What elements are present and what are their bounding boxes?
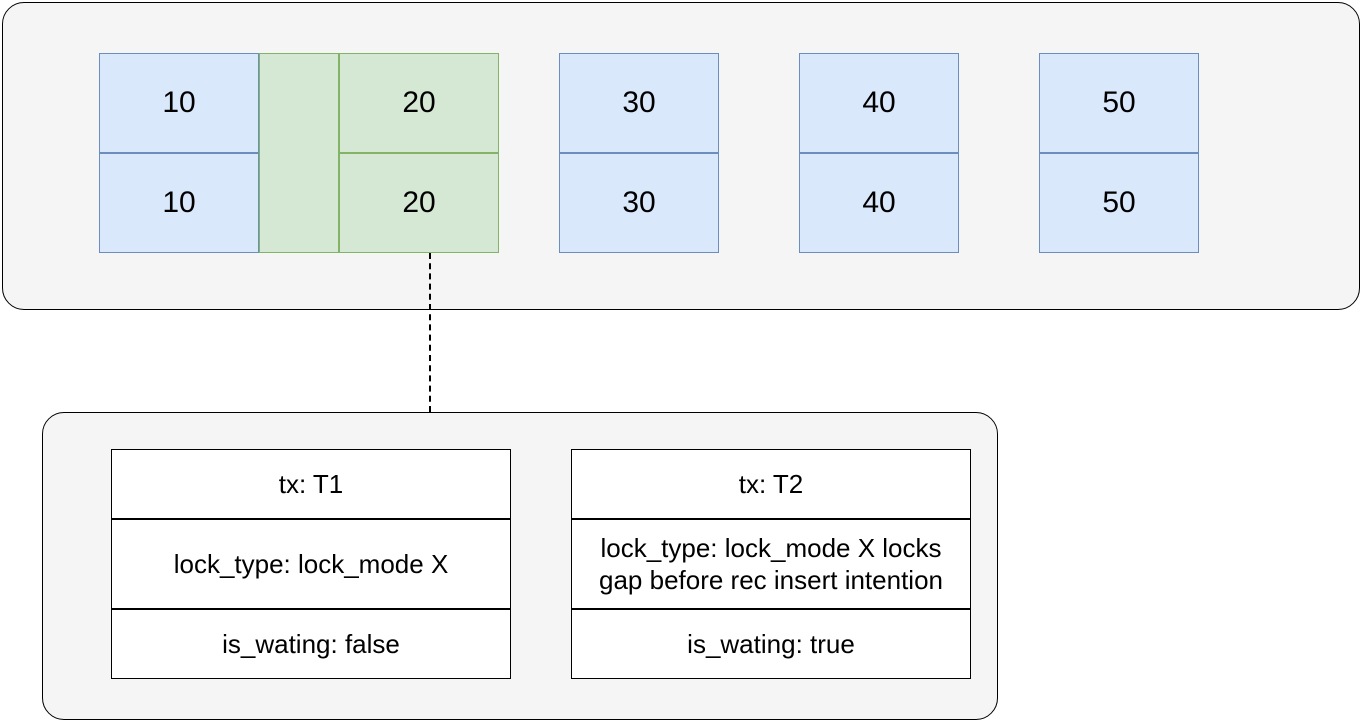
connector-dashed-line [429, 253, 431, 412]
record-value: 20 [402, 186, 435, 220]
record-cell-30-top: 30 [559, 53, 719, 153]
locks-container: tx: T1 lock_type: lock_mode X is_wating:… [42, 412, 998, 720]
record-cell-20-top: 20 [339, 53, 499, 153]
lock-type-label: lock_type: lock_mode X locks gap before … [578, 532, 964, 597]
lock-t1-type: lock_type: lock_mode X [111, 519, 511, 609]
record-value: 50 [1102, 186, 1135, 220]
record-value: 40 [862, 186, 895, 220]
lock-type-label: lock_type: lock_mode X [174, 548, 449, 581]
lock-t2-tx: tx: T2 [571, 449, 971, 519]
record-value: 50 [1102, 86, 1135, 120]
record-value: 40 [862, 86, 895, 120]
lock-tx-label: tx: T2 [739, 468, 804, 501]
record-cell-10-top: 10 [99, 53, 259, 153]
record-cell-30-bottom: 30 [559, 153, 719, 253]
record-value: 10 [162, 186, 195, 220]
record-cell-40-top: 40 [799, 53, 959, 153]
index-records-container: 10 10 20 20 30 30 40 40 50 50 [2, 2, 1360, 310]
record-value: 20 [402, 86, 435, 120]
record-value: 30 [622, 86, 655, 120]
lock-t2-waiting: is_wating: true [571, 609, 971, 679]
lock-t2-type: lock_type: lock_mode X locks gap before … [571, 519, 971, 609]
lock-t1-waiting: is_wating: false [111, 609, 511, 679]
record-cell-20-bottom: 20 [339, 153, 499, 253]
record-cell-50-bottom: 50 [1039, 153, 1199, 253]
record-cell-50-top: 50 [1039, 53, 1199, 153]
record-cell-40-bottom: 40 [799, 153, 959, 253]
lock-tx-label: tx: T1 [279, 468, 344, 501]
record-value: 10 [162, 86, 195, 120]
record-value: 30 [622, 186, 655, 220]
lock-waiting-label: is_wating: true [687, 628, 855, 661]
lock-t1-tx: tx: T1 [111, 449, 511, 519]
record-cell-10-bottom: 10 [99, 153, 259, 253]
lock-waiting-label: is_wating: false [222, 628, 400, 661]
gap-lock-region [259, 53, 339, 253]
